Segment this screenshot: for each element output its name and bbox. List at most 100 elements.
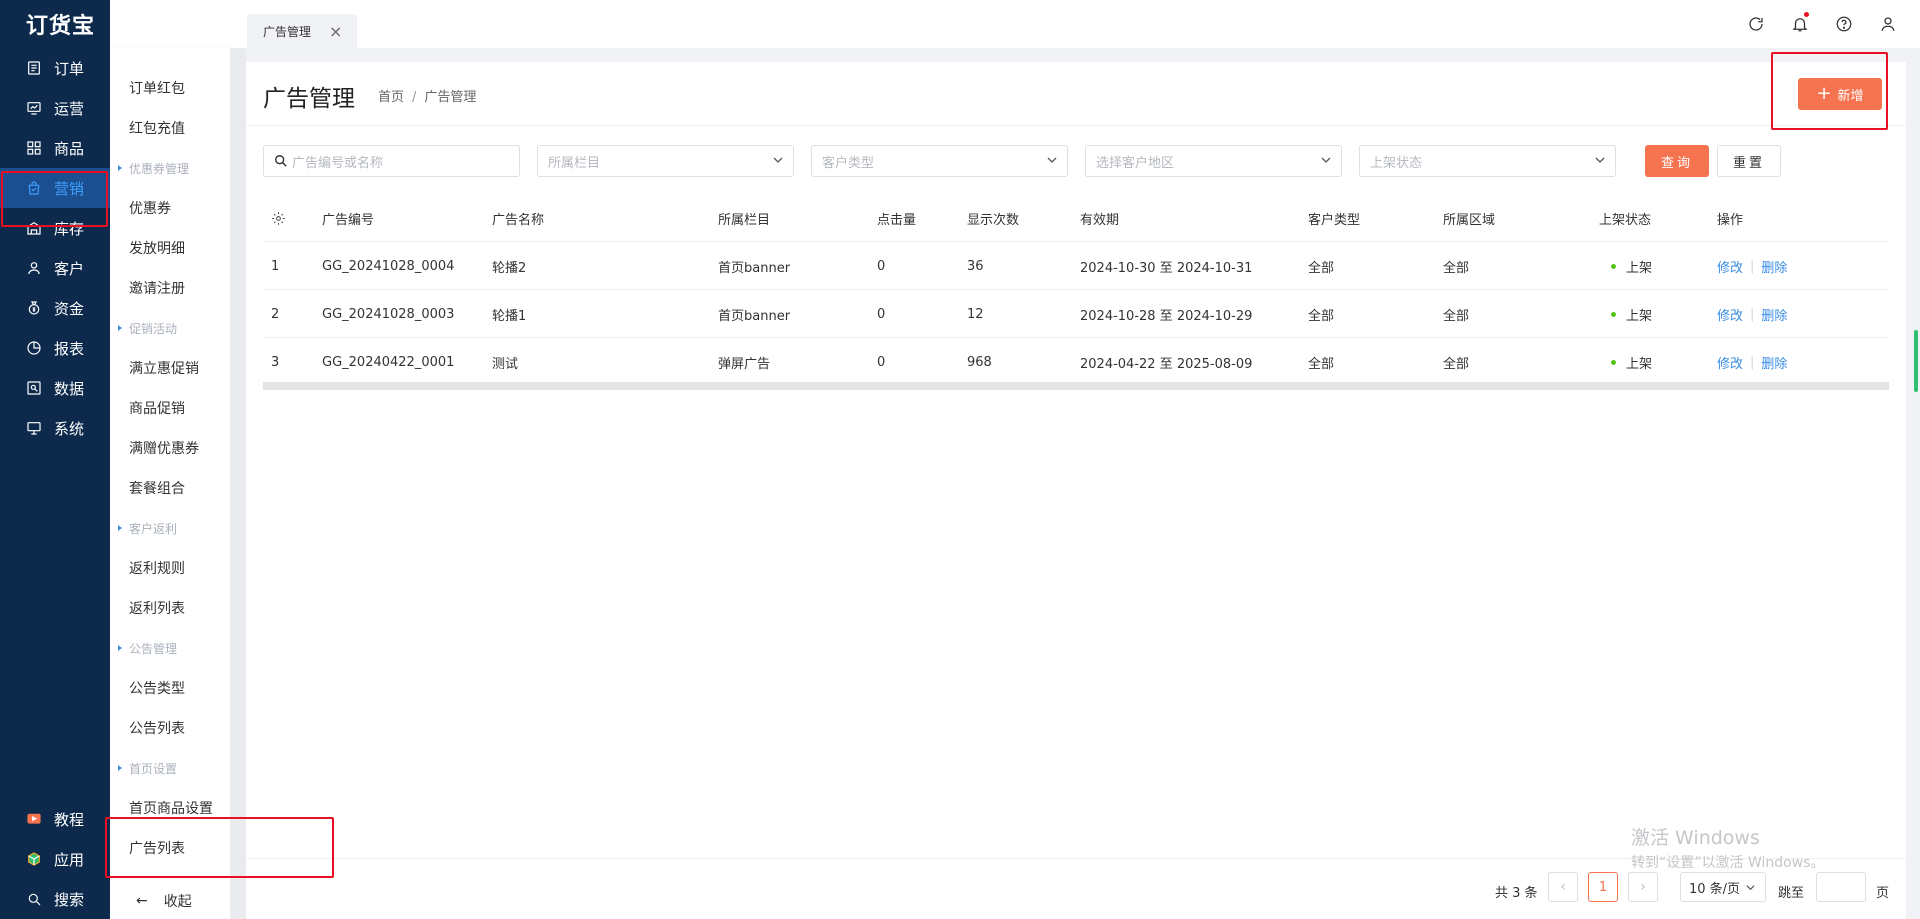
page-size-select[interactable]: 10 条/页 — [1680, 872, 1766, 902]
page-number-current[interactable]: 1 — [1588, 872, 1618, 902]
prev-page-button[interactable]: ‹ — [1548, 872, 1578, 902]
submenu-item[interactable]: 订单红包 — [110, 68, 230, 108]
operation-icon — [26, 100, 42, 116]
nav-item-label: 订单 — [54, 59, 85, 78]
column-select[interactable]: 所属栏目 — [537, 145, 794, 177]
customer-icon — [26, 260, 42, 276]
submenu-item[interactable]: 返利规则 — [110, 548, 230, 588]
submenu-group-label: 公告管理 — [129, 641, 178, 656]
caret-right-icon — [118, 525, 122, 531]
watermark-line1: 激活 Windows — [1631, 827, 1760, 849]
vertical-scrollbar[interactable] — [1914, 330, 1918, 392]
chevron-down-icon — [773, 157, 783, 163]
nav-item-apps[interactable]: 应用 — [0, 839, 110, 879]
nav-item-order[interactable]: 订单 — [0, 48, 110, 88]
nav-item-system[interactable]: 系统 — [0, 408, 110, 448]
cell-code: GG_20241028_0003 — [322, 306, 455, 322]
cell-status: 上架 — [1611, 242, 1652, 290]
nav-item-label: 商品 — [54, 139, 85, 158]
nav-item-customer[interactable]: 客户 — [0, 248, 110, 288]
region-placeholder: 选择客户地区 — [1096, 155, 1175, 171]
nav-item-marketing[interactable]: 营销 — [0, 168, 110, 208]
edit-link[interactable]: 修改 — [1717, 257, 1743, 276]
caret-right-icon — [118, 645, 122, 651]
submenu-item[interactable]: 广告列表 — [110, 828, 230, 868]
tab-ad-management[interactable]: 广告管理 × — [247, 14, 357, 48]
column-placeholder: 所属栏目 — [548, 155, 601, 171]
status-select[interactable]: 上架状态 — [1359, 145, 1616, 177]
nav-item-money[interactable]: 资金 — [0, 288, 110, 328]
nav-item-warehouse[interactable]: 库存 — [0, 208, 110, 248]
submenu-item[interactable]: 返利列表 — [110, 588, 230, 628]
report-icon — [26, 340, 42, 356]
nav-item-label: 运营 — [54, 99, 85, 118]
header-period: 有效期 — [1080, 212, 1120, 228]
nav-item-data[interactable]: 数据 — [0, 368, 110, 408]
header-name: 广告名称 — [492, 212, 545, 228]
submenu-item[interactable]: 首页商品设置 — [110, 788, 230, 828]
header-customer-type: 客户类型 — [1308, 212, 1361, 228]
submenu-item[interactable]: 红包充值 — [110, 108, 230, 148]
bell-icon[interactable] — [1788, 12, 1812, 36]
delete-link[interactable]: 删除 — [1761, 353, 1787, 372]
goto-page-input[interactable] — [1816, 872, 1866, 902]
submenu-item[interactable]: 套餐组合 — [110, 468, 230, 508]
nav-item-tutorial[interactable]: 教程 — [0, 799, 110, 839]
edit-link[interactable]: 修改 — [1717, 353, 1743, 372]
query-button[interactable]: 查询 — [1645, 145, 1709, 177]
delete-link[interactable]: 删除 — [1761, 257, 1787, 276]
breadcrumb-home[interactable]: 首页 — [378, 90, 404, 105]
goods-icon — [26, 140, 42, 156]
chevron-down-icon — [1595, 157, 1605, 163]
settings-gear-icon[interactable] — [271, 194, 286, 242]
add-button[interactable]: + 新增 — [1798, 78, 1882, 110]
cell-column: 首页banner — [718, 260, 791, 276]
submenu-item[interactable]: 邀请注册 — [110, 268, 230, 308]
header-code: 广告编号 — [322, 212, 375, 228]
submenu-item[interactable]: 公告列表 — [110, 708, 230, 748]
submenu-item[interactable]: 满赠优惠券 — [110, 428, 230, 468]
nav-item-label: 教程 — [54, 810, 85, 829]
nav-item-report[interactable]: 报表 — [0, 328, 110, 368]
close-icon[interactable]: × — [329, 22, 342, 41]
collapse-button[interactable]: ← 收起 — [136, 891, 192, 911]
caret-right-icon — [118, 165, 122, 171]
gutter — [230, 48, 246, 919]
customer-type-select[interactable]: 客户类型 — [811, 145, 1068, 177]
submenu-group-label: 优惠券管理 — [129, 161, 190, 176]
cell-ctype: 全部 — [1308, 308, 1335, 324]
cell-period: 2024-04-22 至 2025-08-09 — [1080, 356, 1253, 372]
submenu-item[interactable]: 满立惠促销 — [110, 348, 230, 388]
nav-item-search[interactable]: 搜索 — [0, 879, 110, 919]
main-panel: 广告管理 首页 / 广告管理 + 新增 广告编号或名称 所属栏目 客户类型 选择客户… — [246, 62, 1906, 919]
submenu-item[interactable]: 公告类型 — [110, 668, 230, 708]
refresh-icon[interactable] — [1744, 12, 1768, 36]
edit-link[interactable]: 修改 — [1717, 305, 1743, 324]
table-header-row: 广告编号 广告名称 所属栏目 点击量 显示次数 有效期 客户类型 所属区域 上架… — [263, 194, 1889, 242]
submenu-item[interactable]: 商品促销 — [110, 388, 230, 428]
cell-views: 12 — [967, 306, 984, 322]
nav-item-operation[interactable]: 运营 — [0, 88, 110, 128]
windows-activation-watermark: 激活 Windows 转到“设置”以激活 Windows。 — [1631, 823, 1824, 872]
horizontal-scrollbar[interactable] — [263, 382, 1889, 390]
search-input[interactable]: 广告编号或名称 — [263, 145, 520, 177]
next-page-button[interactable]: › — [1628, 872, 1658, 902]
apps-icon — [26, 851, 42, 867]
submenu-item[interactable]: 发放明细 — [110, 228, 230, 268]
page-unit-label: 页 — [1876, 886, 1890, 901]
submenu-group-label: 促销活动 — [129, 321, 178, 336]
region-select[interactable]: 选择客户地区 — [1085, 145, 1342, 177]
breadcrumb-current: 广告管理 — [424, 90, 477, 105]
reset-button[interactable]: 重置 — [1717, 145, 1781, 177]
user-icon[interactable] — [1876, 12, 1900, 36]
breadcrumb-separator: / — [412, 90, 417, 105]
delete-link[interactable]: 删除 — [1761, 305, 1787, 324]
watermark-line2: 转到“设置”以激活 Windows。 — [1631, 855, 1825, 871]
nav-item-goods[interactable]: 商品 — [0, 128, 110, 168]
action-separator: | — [1750, 258, 1755, 274]
submenu-item[interactable]: 优惠券 — [110, 188, 230, 228]
nav-item-label: 营销 — [54, 179, 85, 198]
help-icon[interactable] — [1832, 12, 1856, 36]
cell-name: 轮播1 — [492, 308, 527, 324]
cell-status: 上架 — [1611, 338, 1652, 386]
